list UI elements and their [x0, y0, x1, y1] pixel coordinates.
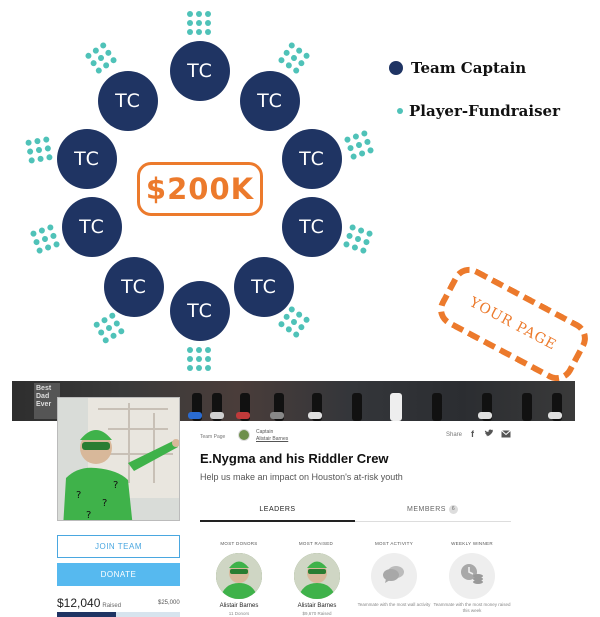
your-page-callout: YOUR PAGE — [431, 260, 595, 388]
most-donors-detail: 11 Donors — [228, 611, 250, 616]
svg-text:?: ? — [102, 498, 107, 509]
legend-captain-label: Team Captain — [411, 59, 527, 77]
legend-fundraiser-label: Player-Fundraiser — [409, 102, 560, 120]
progress-fill — [57, 612, 117, 617]
most-raised-detail: $9,670 Raised — [302, 611, 332, 616]
fundraising-progress-bar — [57, 612, 180, 617]
team-captain-circle: TC — [282, 129, 342, 189]
fundraiser-dot-cluster — [187, 347, 211, 371]
captain-label: Captain — [256, 429, 274, 435]
most-raised-name[interactable]: Alistair Barnes — [277, 603, 357, 609]
fundraiser-dot-cluster — [29, 223, 61, 255]
donate-button[interactable]: DONATE — [57, 563, 180, 586]
tab-leaders[interactable]: LEADERS — [200, 498, 355, 520]
join-team-button[interactable]: JOIN TEAM — [57, 535, 180, 558]
email-icon[interactable] — [500, 428, 511, 439]
legend-player-fundraiser: Player-Fundraiser — [397, 102, 560, 120]
stat-heading-most-raised: MOST RAISED — [298, 541, 334, 546]
team-tagline: Help us make an impact on Houston's at-r… — [200, 472, 403, 482]
team-page-label: Team Page — [200, 434, 226, 440]
clock-coins-icon — [460, 563, 484, 590]
svg-text:?: ? — [76, 490, 81, 501]
team-profile-photo: ???? — [57, 397, 180, 521]
fundraiser-dot-cluster — [187, 11, 211, 35]
members-count-badge: 6 — [448, 504, 458, 514]
facebook-icon[interactable]: f — [467, 428, 478, 439]
active-tab-indicator — [200, 520, 355, 522]
riddler-costume-figure: ???? — [63, 430, 133, 521]
fundraising-goal-badge: $200K — [137, 162, 263, 216]
fundraiser-dot-cluster — [343, 129, 375, 161]
chat-bubble-icon — [383, 565, 405, 588]
goal-amount: $25,000 — [158, 600, 180, 606]
svg-text:?: ? — [86, 510, 91, 521]
fundraiser-dot-cluster — [277, 41, 311, 75]
legend-team-captain: Team Captain — [389, 59, 526, 77]
most-activity-note: Teammate with the most wall activity — [357, 602, 431, 607]
team-captain-circle: TC — [62, 197, 122, 257]
most-activity-placeholder — [371, 553, 417, 599]
raised-amount-value: $12,040 — [57, 596, 101, 610]
team-captain-circle: TC — [104, 257, 164, 317]
team-captain-circle: TC — [57, 129, 117, 189]
captain-name-link[interactable]: Alistair Barnes — [256, 436, 288, 442]
team-captain-circle: TC — [282, 197, 342, 257]
team-captain-circle: TC — [170, 281, 230, 341]
team-name-title: E.Nygma and his Riddler Crew — [200, 451, 389, 466]
tab-members-label: MEMBERS — [407, 505, 446, 513]
share-label: Share — [446, 432, 463, 438]
fundraiser-dot-cluster — [84, 41, 118, 75]
most-donors-avatar[interactable] — [216, 553, 262, 599]
fundraiser-dot-cluster — [342, 223, 374, 255]
weekly-winner-placeholder — [449, 553, 495, 599]
weekly-winner-note: Teammate with the most money raised this… — [433, 602, 511, 614]
fundraiser-legend-dot — [397, 108, 403, 114]
raised-label: Raised — [102, 603, 122, 609]
team-captain-circle: TC — [234, 257, 294, 317]
team-captain-circle: TC — [98, 71, 158, 131]
stat-heading-most-activity: MOST ACTIVITY — [374, 541, 414, 546]
stat-heading-most-donors: MOST DONORS — [220, 541, 258, 546]
pointing-arm — [128, 439, 179, 471]
team-captain-circle: TC — [240, 71, 300, 131]
fundraiser-dot-cluster — [25, 136, 53, 164]
team-captain-circle: TC — [170, 41, 230, 101]
tab-leaders-label: LEADERS — [259, 505, 296, 513]
stat-heading-weekly-winner: WEEKLY WINNER — [451, 541, 493, 546]
most-raised-avatar[interactable] — [294, 553, 340, 599]
twitter-icon[interactable] — [483, 428, 494, 439]
tab-members[interactable]: MEMBERS 6 — [355, 498, 510, 520]
captain-legend-dot — [389, 61, 403, 75]
amount-raised: $12,040 Raised — [57, 596, 121, 610]
captain-avatar[interactable] — [238, 429, 250, 441]
most-donors-name[interactable]: Alistair Barnes — [199, 603, 279, 609]
fundraiser-dot-cluster — [92, 311, 126, 345]
svg-text:?: ? — [113, 480, 118, 491]
